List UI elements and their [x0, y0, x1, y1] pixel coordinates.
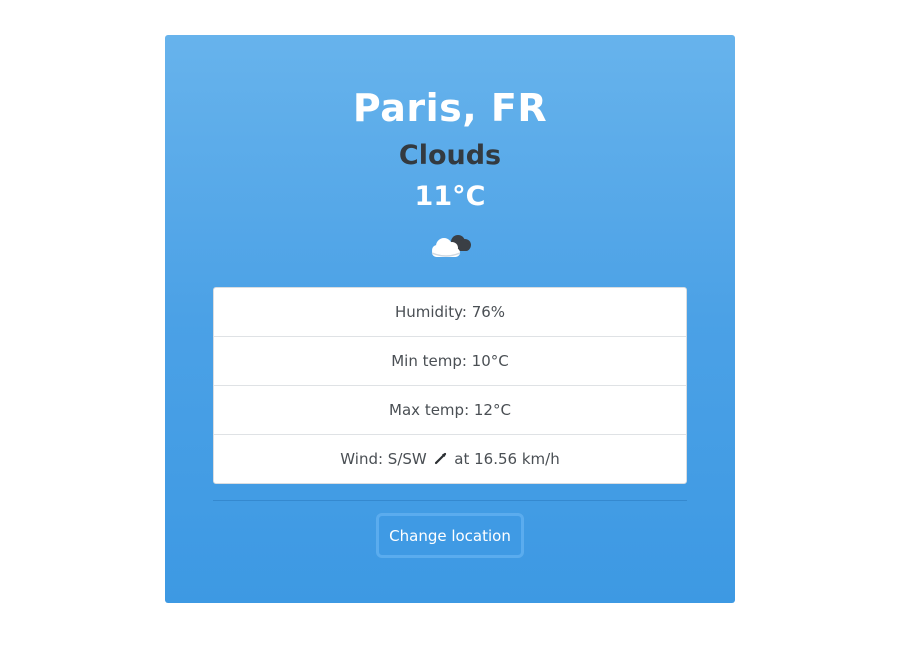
location-title: Paris, FR [352, 86, 548, 130]
wind-speed-text: at 16.56 km/h [454, 450, 560, 468]
current-temperature: 11°C [414, 181, 486, 212]
cloud-icon [431, 235, 471, 257]
wind-direction-text: Wind: S/SW [340, 450, 427, 468]
change-location-button[interactable]: Change location [377, 514, 523, 557]
max-temp-row: Max temp: 12°C [214, 386, 686, 435]
weather-condition: Clouds [398, 140, 502, 171]
humidity-row: Humidity: 76% [214, 288, 686, 337]
wind-direction-arrow-icon [434, 452, 446, 465]
min-temp-row: Min temp: 10°C [214, 337, 686, 386]
weather-card: Paris, FR Clouds 11°C Humidity: 76% Min … [165, 35, 735, 603]
divider [213, 500, 687, 501]
wind-row: Wind: S/SW at 16.56 km/h [214, 435, 686, 484]
weather-details-list: Humidity: 76% Min temp: 10°C Max temp: 1… [213, 287, 687, 484]
